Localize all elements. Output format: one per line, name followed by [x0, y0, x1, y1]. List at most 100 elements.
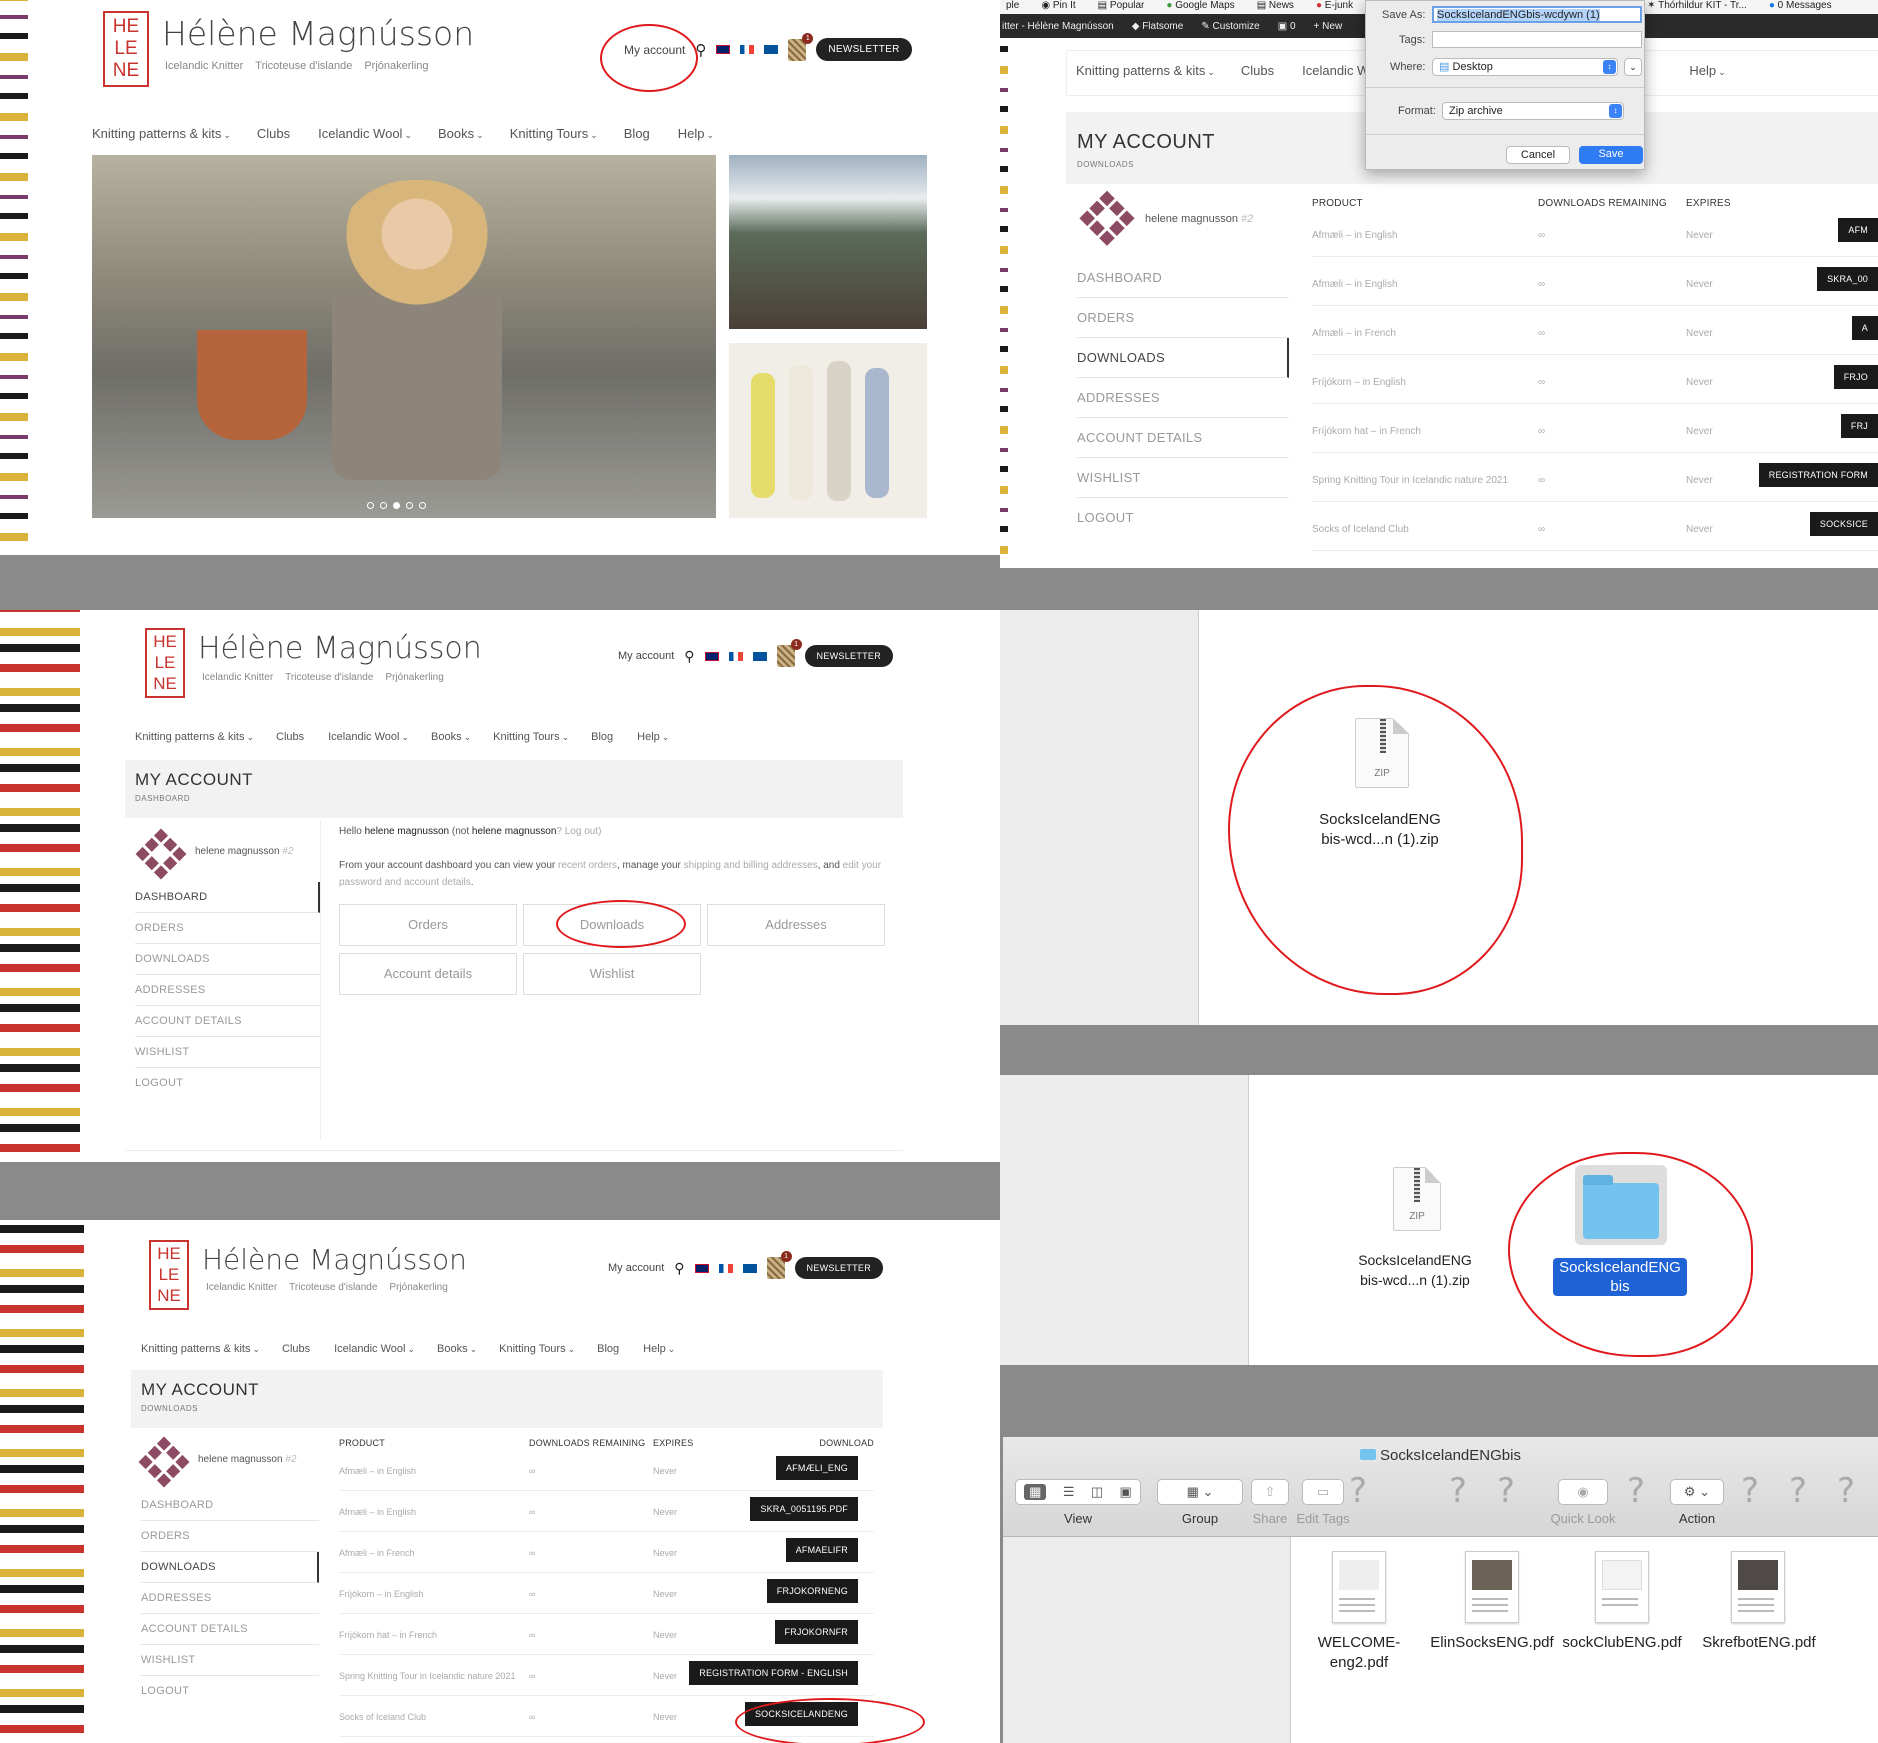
sidebar-dashboard[interactable]: DASHBOARD [135, 882, 320, 913]
cart-basket-icon[interactable]: 1 [766, 1251, 792, 1279]
nav-knitting-patterns[interactable]: Knitting patterns & kits [141, 1343, 260, 1355]
fr-flag-icon[interactable] [728, 651, 743, 661]
dash-account-details-button[interactable]: Account details [339, 953, 517, 995]
sidebar-logout[interactable]: LOGOUT [141, 1676, 319, 1706]
zip-file-icon[interactable]: ZIP [1393, 1167, 1441, 1231]
nav-knitting-patterns[interactable]: Knitting patterns & kits [92, 126, 231, 141]
dash-addresses-button[interactable]: Addresses [707, 904, 885, 946]
bookmark-item[interactable]: ple [1006, 0, 1019, 14]
format-select[interactable]: Zip archive ↕ [1442, 102, 1624, 120]
zip-file-icon[interactable]: ZIP [1355, 718, 1409, 788]
sidebar-wishlist[interactable]: WISHLIST [135, 1037, 320, 1068]
zip-file-name[interactable]: SocksIcelandENG bis-wcd...n (1).zip [1295, 810, 1465, 850]
sidebar-logout[interactable]: LOGOUT [1077, 498, 1289, 537]
sidebar-logout[interactable]: LOGOUT [135, 1068, 320, 1098]
recent-orders-link[interactable]: recent orders [558, 860, 617, 871]
site-brand[interactable]: Hélène Magnússon [198, 631, 482, 666]
bookmark-item[interactable]: ● Google Maps [1166, 0, 1234, 14]
download-button[interactable]: REGISTRATION FORM - ENGLISH [689, 1661, 858, 1685]
download-button[interactable]: AFMAELIFR [785, 1538, 858, 1562]
download-button[interactable]: SKRA_0051195.PDF [750, 1497, 858, 1521]
quick-look-control[interactable]: ◉ Quick Look [1533, 1479, 1633, 1526]
logout-link[interactable]: ? Log out) [556, 826, 601, 837]
bookmark-item[interactable]: ● 0 Messages [1769, 0, 1832, 14]
fr-flag-icon[interactable] [718, 1263, 733, 1273]
nav-knitting-tours[interactable]: Knitting Tours [493, 731, 569, 743]
sidebar-account-details[interactable]: ACCOUNT DETAILS [135, 1006, 320, 1037]
nav-knitting-patterns[interactable]: Knitting patterns & kits [135, 731, 254, 743]
save-as-field[interactable]: SocksIcelandENGbis-wcdywn (1) [1432, 6, 1642, 23]
sidebar-orders[interactable]: ORDERS [141, 1521, 319, 1552]
unknown-toolbar-icon[interactable]: ? [1741, 1471, 1759, 1511]
nav-books[interactable]: Books [437, 1343, 477, 1355]
nav-books[interactable]: Books [431, 731, 471, 743]
unknown-toolbar-icon[interactable]: ? [1497, 1471, 1515, 1511]
my-account-link[interactable]: My account [624, 43, 685, 57]
uk-flag-icon[interactable] [704, 651, 719, 661]
nav-knitting-tours[interactable]: Knitting Tours [499, 1343, 575, 1355]
slider-dots[interactable] [367, 502, 426, 509]
sidebar-addresses[interactable]: ADDRESSES [141, 1583, 319, 1614]
admin-bar-customize[interactable]: ✎ Customize [1201, 21, 1259, 32]
sidebar-account-details[interactable]: ACCOUNT DETAILS [1077, 418, 1289, 458]
admin-bar-flatsome[interactable]: ◆ Flatsome [1132, 21, 1184, 32]
dash-wishlist-button[interactable]: Wishlist [523, 953, 701, 995]
cart-basket-icon[interactable]: 1 [788, 32, 814, 61]
nav-clubs[interactable]: Clubs [257, 126, 292, 141]
hero-slider-photo[interactable] [92, 155, 716, 518]
download-button[interactable]: FRJO [1833, 365, 1878, 389]
tags-field[interactable] [1432, 31, 1642, 48]
nav-help[interactable]: Help [678, 126, 714, 141]
unknown-toolbar-icon[interactable]: ? [1789, 1471, 1807, 1511]
download-button[interactable]: AFMÆLI_ENG [775, 1456, 858, 1480]
save-button[interactable]: Save [1579, 146, 1643, 164]
admin-bar-site[interactable]: itter - Hélène Magnússon [1002, 21, 1114, 32]
edit-link[interactable]: edit your [843, 860, 881, 871]
pdf-file-icon[interactable] [1465, 1551, 1519, 1623]
unknown-toolbar-icon[interactable]: ? [1449, 1471, 1467, 1511]
nav-knitting-tours[interactable]: Knitting Tours [510, 126, 598, 141]
folder-name-selected[interactable]: SocksIcelandENG bis [1553, 1258, 1687, 1296]
site-logo[interactable]: HE LE NE [149, 1240, 189, 1310]
pdf-file-name[interactable]: SkrefbotENG.pdf [1697, 1633, 1821, 1653]
search-icon[interactable]: ⚲ [695, 41, 706, 59]
pdf-file-name[interactable]: ElinSocksENG.pdf [1428, 1633, 1556, 1653]
bookmark-item[interactable]: ▤ Popular [1098, 0, 1145, 14]
pdf-file-icon[interactable] [1332, 1551, 1386, 1623]
unknown-toolbar-icon[interactable]: ? [1349, 1471, 1367, 1511]
site-logo[interactable]: HE LE NE [145, 628, 185, 698]
download-button[interactable]: FRJ [1840, 414, 1878, 438]
nav-icelandic-wool[interactable]: Icelandic Wool [328, 731, 409, 743]
sidebar-downloads[interactable]: DOWNLOADS [1077, 338, 1289, 378]
site-brand[interactable]: Hélène Magnússon [162, 14, 474, 53]
download-button[interactable]: FRJOKORNFR [774, 1620, 858, 1644]
bookmark-item[interactable]: ◉ Pin It [1041, 0, 1075, 14]
nav-icelandic-wool[interactable]: Icelandic Wool [318, 126, 412, 141]
bookmark-item[interactable]: ▤ News [1257, 0, 1294, 14]
my-account-link[interactable]: My account [608, 1262, 664, 1274]
download-button[interactable]: SKRA_00 [1817, 267, 1878, 291]
nav-blog[interactable]: Blog [597, 1343, 621, 1355]
admin-bar-comments[interactable]: ▣ 0 [1278, 21, 1296, 32]
is-flag-icon[interactable] [752, 651, 767, 661]
sidebar-addresses[interactable]: ADDRESSES [135, 975, 320, 1006]
search-icon[interactable]: ⚲ [674, 1260, 684, 1277]
nav-blog[interactable]: Blog [591, 731, 615, 743]
account-details-link[interactable]: password and account details [339, 877, 471, 888]
nav-blog[interactable]: Blog [624, 126, 652, 141]
bookmark-item[interactable]: ● E-junk [1316, 0, 1353, 14]
sidebar-dashboard[interactable]: DASHBOARD [1077, 258, 1289, 298]
pdf-file-icon[interactable] [1595, 1551, 1649, 1623]
uk-flag-icon[interactable] [694, 1263, 709, 1273]
newsletter-button[interactable]: NEWSLETTER [816, 38, 912, 61]
download-button[interactable]: SOCKSICE [1809, 512, 1878, 536]
fr-flag-icon[interactable] [740, 45, 755, 54]
folder-icon[interactable] [1583, 1175, 1659, 1239]
uk-flag-icon[interactable] [716, 45, 731, 54]
pdf-file-icon[interactable] [1731, 1551, 1785, 1623]
is-flag-icon[interactable] [764, 45, 779, 54]
dash-downloads-button[interactable]: Downloads [523, 904, 701, 946]
cancel-button[interactable]: Cancel [1506, 146, 1570, 164]
expand-dialog-button[interactable]: ⌄ [1624, 58, 1642, 76]
sidebar-downloads[interactable]: DOWNLOADS [135, 944, 320, 975]
